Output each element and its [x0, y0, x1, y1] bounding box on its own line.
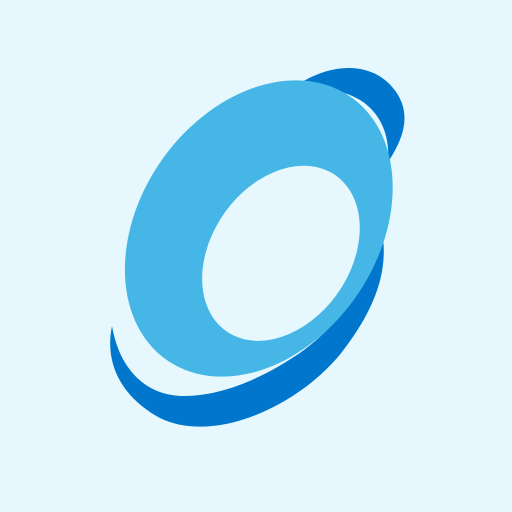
- blue-swirl-ring-icon: [0, 0, 512, 512]
- icon-background: [0, 0, 512, 512]
- app-icon-canvas: [0, 0, 512, 512]
